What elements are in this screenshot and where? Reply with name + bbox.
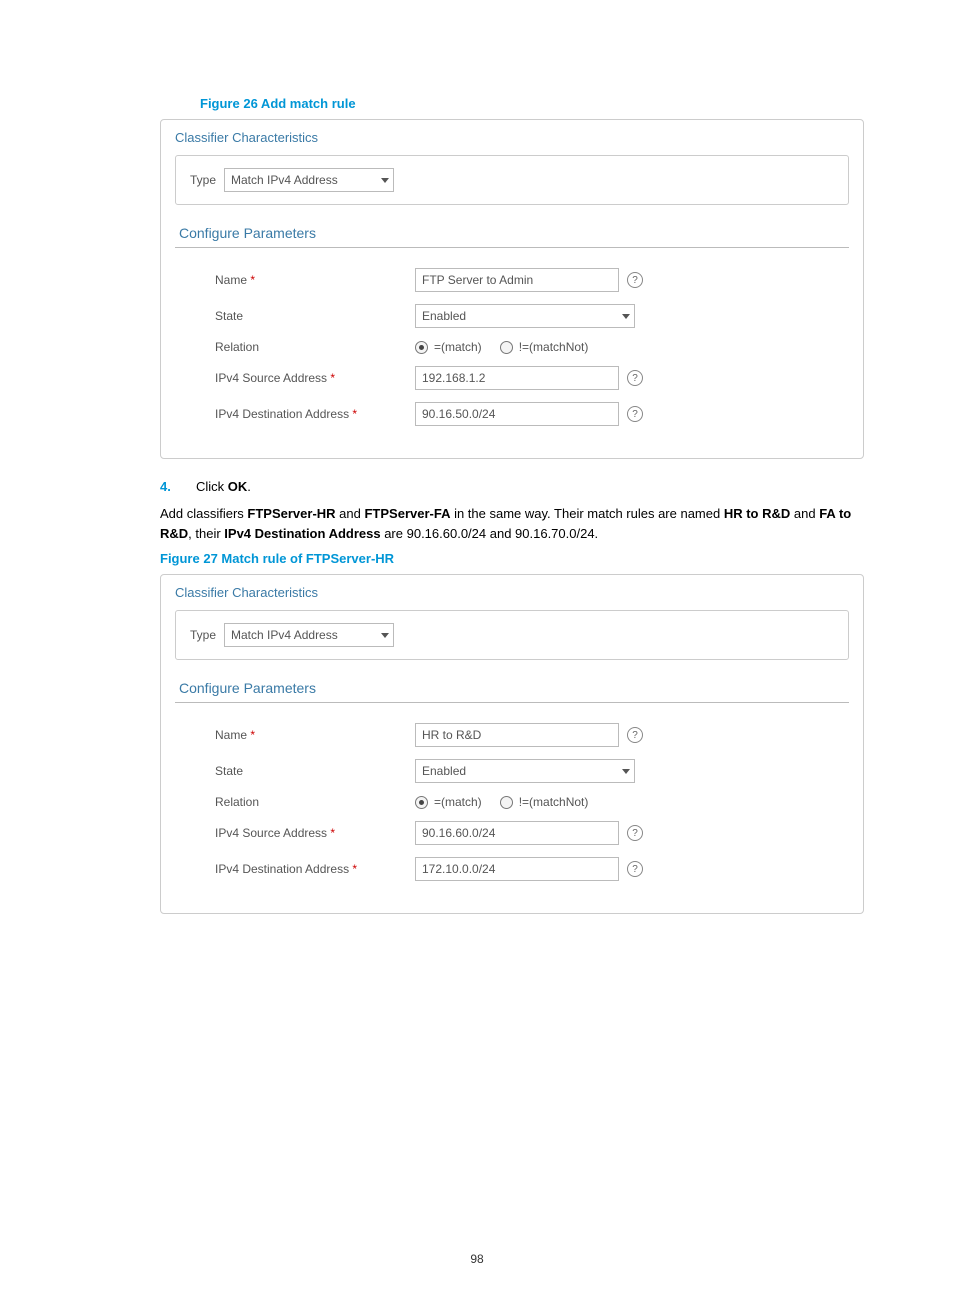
type-select-value: Match IPv4 Address <box>231 173 338 187</box>
p-text: and <box>336 506 365 521</box>
name-row: Name * FTP Server to Admin ? <box>175 268 849 292</box>
type-select[interactable]: Match IPv4 Address <box>224 623 394 647</box>
relation-match-radio[interactable] <box>415 796 428 809</box>
required-mark: * <box>352 862 357 876</box>
type-select-value: Match IPv4 Address <box>231 628 338 642</box>
required-mark: * <box>250 273 255 287</box>
relation-matchnot-label: !=(matchNot) <box>519 795 589 809</box>
p-bold: FTPServer-FA <box>364 506 450 521</box>
relation-matchnot-radio[interactable] <box>500 341 513 354</box>
state-select-value: Enabled <box>422 309 466 323</box>
figure-26-panel: Classifier Characteristics Type Match IP… <box>160 119 864 459</box>
dst-row: IPv4 Destination Address * 172.10.0.0/24… <box>175 857 849 881</box>
relation-match-label: =(match) <box>434 340 482 354</box>
required-mark: * <box>330 826 335 840</box>
relation-label: Relation <box>215 340 415 354</box>
help-icon[interactable]: ? <box>627 370 643 386</box>
step-4: 4. Click OK. <box>160 479 864 494</box>
src-input[interactable]: 90.16.60.0/24 <box>415 821 619 845</box>
chevron-down-icon <box>381 633 389 638</box>
classifier-characteristics-title: Classifier Characteristics <box>175 130 849 145</box>
state-select[interactable]: Enabled <box>415 304 635 328</box>
type-row: Type Match IPv4 Address <box>175 155 849 205</box>
p-text: , their <box>188 526 224 541</box>
type-select[interactable]: Match IPv4 Address <box>224 168 394 192</box>
dst-label: IPv4 Destination Address * <box>215 407 415 421</box>
src-label: IPv4 Source Address * <box>215 371 415 385</box>
required-mark: * <box>352 407 357 421</box>
src-row: IPv4 Source Address * 90.16.60.0/24 ? <box>175 821 849 845</box>
step-text-ok: OK <box>228 479 248 494</box>
section-divider <box>175 247 849 248</box>
relation-row: Relation =(match) !=(matchNot) <box>175 340 849 354</box>
dst-input[interactable]: 90.16.50.0/24 <box>415 402 619 426</box>
figure-27-title: Figure 27 Match rule of FTPServer-HR <box>160 551 864 566</box>
relation-radio-group: =(match) !=(matchNot) <box>415 795 588 809</box>
dst-input[interactable]: 172.10.0.0/24 <box>415 857 619 881</box>
src-row: IPv4 Source Address * 192.168.1.2 ? <box>175 366 849 390</box>
state-label: State <box>215 309 415 323</box>
type-label: Type <box>190 173 216 187</box>
name-label: Name * <box>215 273 415 287</box>
type-label: Type <box>190 628 216 642</box>
configure-parameters-title: Configure Parameters <box>179 680 849 696</box>
name-label-text: Name <box>215 273 247 287</box>
figure-26-title: Figure 26 Add match rule <box>200 96 864 111</box>
p-text: and <box>790 506 819 521</box>
help-icon[interactable]: ? <box>627 727 643 743</box>
step-text-prefix: Click <box>196 479 228 494</box>
p-text: are 90.16.60.0/24 and 90.16.70.0/24. <box>381 526 599 541</box>
relation-row: Relation =(match) !=(matchNot) <box>175 795 849 809</box>
p-bold: HR to R&D <box>724 506 790 521</box>
chevron-down-icon <box>622 769 630 774</box>
required-mark: * <box>330 371 335 385</box>
state-row: State Enabled <box>175 304 849 328</box>
paragraph: Add classifiers FTPServer-HR and FTPServ… <box>160 504 864 543</box>
name-row: Name * HR to R&D ? <box>175 723 849 747</box>
src-input[interactable]: 192.168.1.2 <box>415 366 619 390</box>
name-label-text: Name <box>215 728 247 742</box>
relation-label: Relation <box>215 795 415 809</box>
src-label-text: IPv4 Source Address <box>215 371 327 385</box>
type-row: Type Match IPv4 Address <box>175 610 849 660</box>
chevron-down-icon <box>622 314 630 319</box>
required-mark: * <box>250 728 255 742</box>
help-icon[interactable]: ? <box>627 825 643 841</box>
name-label: Name * <box>215 728 415 742</box>
relation-matchnot-radio[interactable] <box>500 796 513 809</box>
name-input[interactable]: HR to R&D <box>415 723 619 747</box>
p-text: in the same way. Their match rules are n… <box>450 506 723 521</box>
relation-match-radio[interactable] <box>415 341 428 354</box>
step-text-suffix: . <box>247 479 251 494</box>
src-label-text: IPv4 Source Address <box>215 826 327 840</box>
classifier-characteristics-title: Classifier Characteristics <box>175 585 849 600</box>
p-bold: FTPServer-HR <box>247 506 335 521</box>
p-text: Add classifiers <box>160 506 247 521</box>
chevron-down-icon <box>381 178 389 183</box>
help-icon[interactable]: ? <box>627 861 643 877</box>
src-label: IPv4 Source Address * <box>215 826 415 840</box>
state-row: State Enabled <box>175 759 849 783</box>
step-number: 4. <box>160 479 196 494</box>
section-divider <box>175 702 849 703</box>
state-label: State <box>215 764 415 778</box>
help-icon[interactable]: ? <box>627 272 643 288</box>
configure-parameters-title: Configure Parameters <box>179 225 849 241</box>
name-input[interactable]: FTP Server to Admin <box>415 268 619 292</box>
figure-27-panel: Classifier Characteristics Type Match IP… <box>160 574 864 914</box>
state-select-value: Enabled <box>422 764 466 778</box>
relation-radio-group: =(match) !=(matchNot) <box>415 340 588 354</box>
dst-row: IPv4 Destination Address * 90.16.50.0/24… <box>175 402 849 426</box>
dst-label-text: IPv4 Destination Address <box>215 407 349 421</box>
relation-matchnot-label: !=(matchNot) <box>519 340 589 354</box>
relation-match-label: =(match) <box>434 795 482 809</box>
p-bold: IPv4 Destination Address <box>224 526 380 541</box>
dst-label-text: IPv4 Destination Address <box>215 862 349 876</box>
step-text: Click OK. <box>196 479 251 494</box>
state-select[interactable]: Enabled <box>415 759 635 783</box>
help-icon[interactable]: ? <box>627 406 643 422</box>
dst-label: IPv4 Destination Address * <box>215 862 415 876</box>
page-number: 98 <box>0 1252 954 1266</box>
